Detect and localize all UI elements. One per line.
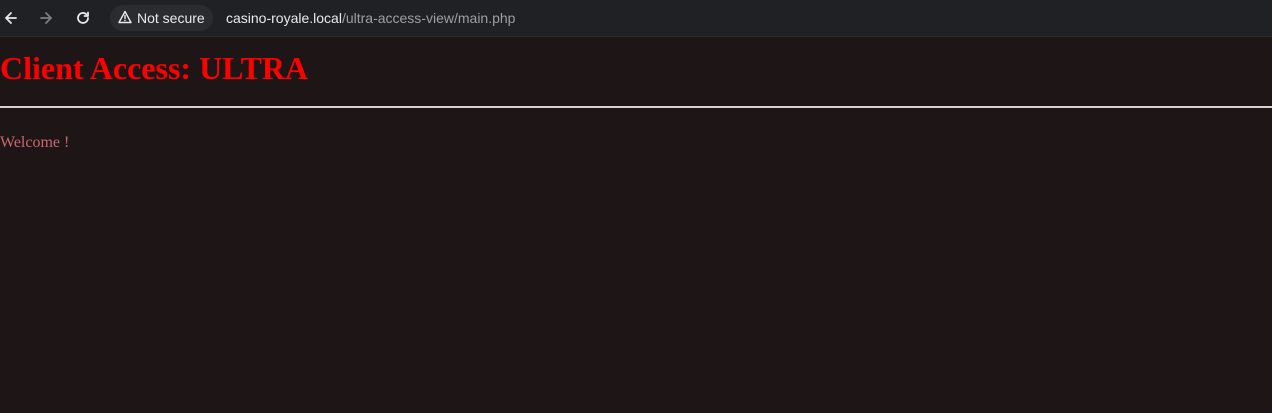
back-button[interactable] bbox=[0, 7, 22, 29]
page-title: Client Access: ULTRA bbox=[0, 50, 309, 86]
reload-icon bbox=[75, 10, 91, 26]
address-bar[interactable]: Not secure casino-royale.local/ultra-acc… bbox=[110, 5, 1260, 31]
divider bbox=[0, 106, 1272, 108]
security-indicator[interactable]: Not secure bbox=[110, 5, 213, 31]
browser-toolbar: Not secure casino-royale.local/ultra-acc… bbox=[0, 0, 1272, 37]
arrow-left-icon bbox=[3, 10, 19, 26]
reload-button[interactable] bbox=[72, 7, 94, 29]
url-path: /ultra-access-view/main.php bbox=[341, 10, 516, 26]
warning-triangle-icon bbox=[118, 10, 132, 27]
url-field[interactable]: casino-royale.local/ultra-access-view/ma… bbox=[226, 5, 515, 31]
security-label: Not secure bbox=[137, 10, 205, 26]
forward-button[interactable] bbox=[35, 7, 57, 29]
page-content: Client Access: ULTRA Welcome ! bbox=[0, 41, 1272, 413]
url-host: casino-royale.local bbox=[226, 10, 342, 26]
welcome-message: Welcome ! bbox=[0, 134, 70, 151]
arrow-right-icon bbox=[38, 10, 54, 26]
